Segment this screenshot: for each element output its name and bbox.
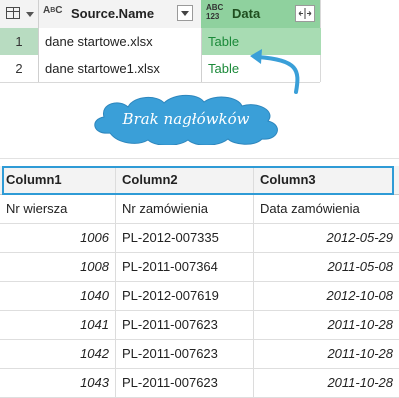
cell-text: 2012-10-08 (326, 288, 394, 303)
cell-text: 2011-10-28 (327, 317, 393, 332)
cell[interactable]: PL-2012-007335 (116, 224, 254, 252)
cell-text: 2012-05-29 (326, 230, 394, 245)
cell[interactable]: 1042 (0, 340, 116, 368)
cell[interactable]: 1040 (0, 282, 116, 310)
cell[interactable]: Nr wiersza (0, 195, 116, 223)
cell-text: PL-2011-007364 (122, 259, 218, 274)
cell[interactable]: 1041 (0, 311, 116, 339)
cell-text: Data zamówienia (260, 201, 360, 216)
header-row: Column1 Column2 Column3 (0, 166, 399, 195)
table-row[interactable]: Nr wiersza Nr zamówienia Data zamówienia (0, 195, 399, 224)
cell[interactable]: Data zamówienia (254, 195, 399, 223)
callout-text: Brak nagłówków (122, 110, 250, 128)
expanded-table: Column1 Column2 Column3 Nr wiersza Nr za… (0, 166, 399, 398)
cell-text: 2011-05-08 (327, 259, 393, 274)
column-header-label: Column1 (6, 172, 62, 187)
cell[interactable]: PL-2011-007623 (116, 369, 254, 397)
cell-text: 1042 (80, 346, 109, 361)
cell-text: PL-2011-007623 (122, 375, 218, 390)
cell-text: 1040 (80, 288, 109, 303)
column-header-label: Column3 (260, 172, 316, 187)
cell-text: Nr wiersza (6, 201, 68, 216)
cell[interactable]: 2011-05-08 (254, 253, 399, 281)
cell-text: 1043 (80, 375, 109, 390)
cell-text: PL-2011-007623 (122, 317, 218, 332)
divider (0, 158, 399, 159)
cell[interactable]: 1006 (0, 224, 116, 252)
column-header-column3[interactable]: Column3 (254, 166, 399, 194)
cell-text: PL-2012-007335 (122, 230, 219, 245)
column-header-label: Column2 (122, 172, 178, 187)
cell-text: 1006 (80, 230, 109, 245)
table-row[interactable]: 1006 PL-2012-007335 2012-05-29 (0, 224, 399, 253)
cell[interactable]: 1043 (0, 369, 116, 397)
cell[interactable]: PL-2011-007623 (116, 311, 254, 339)
cell[interactable]: PL-2011-007364 (116, 253, 254, 281)
table-row[interactable]: 1008 PL-2011-007364 2011-05-08 (0, 253, 399, 282)
cell-text: 2011-10-28 (327, 346, 393, 361)
table-row[interactable]: 1040 PL-2012-007619 2012-10-08 (0, 282, 399, 311)
cell[interactable]: 2012-10-08 (254, 282, 399, 310)
cell-text: 2011-10-28 (327, 375, 393, 390)
cell[interactable]: 2011-10-28 (254, 311, 399, 339)
cell[interactable]: PL-2011-007623 (116, 340, 254, 368)
table-row[interactable]: 1041 PL-2011-007623 2011-10-28 (0, 311, 399, 340)
cell-text: Nr zamówienia (122, 201, 208, 216)
column-header-column2[interactable]: Column2 (116, 166, 254, 194)
cell-text: PL-2011-007623 (122, 346, 218, 361)
table-row[interactable]: 1042 PL-2011-007623 2011-10-28 (0, 340, 399, 369)
cell-text: PL-2012-007619 (122, 288, 219, 303)
cell-text: 1008 (80, 259, 109, 274)
cell[interactable]: 2012-05-29 (254, 224, 399, 252)
cell[interactable]: 1008 (0, 253, 116, 281)
cell[interactable]: 2011-10-28 (254, 340, 399, 368)
column-header-column1[interactable]: Column1 (0, 166, 116, 194)
cell[interactable]: Nr zamówienia (116, 195, 254, 223)
cell[interactable]: PL-2012-007619 (116, 282, 254, 310)
cell[interactable]: 2011-10-28 (254, 369, 399, 397)
cell-text: 1041 (80, 317, 109, 332)
